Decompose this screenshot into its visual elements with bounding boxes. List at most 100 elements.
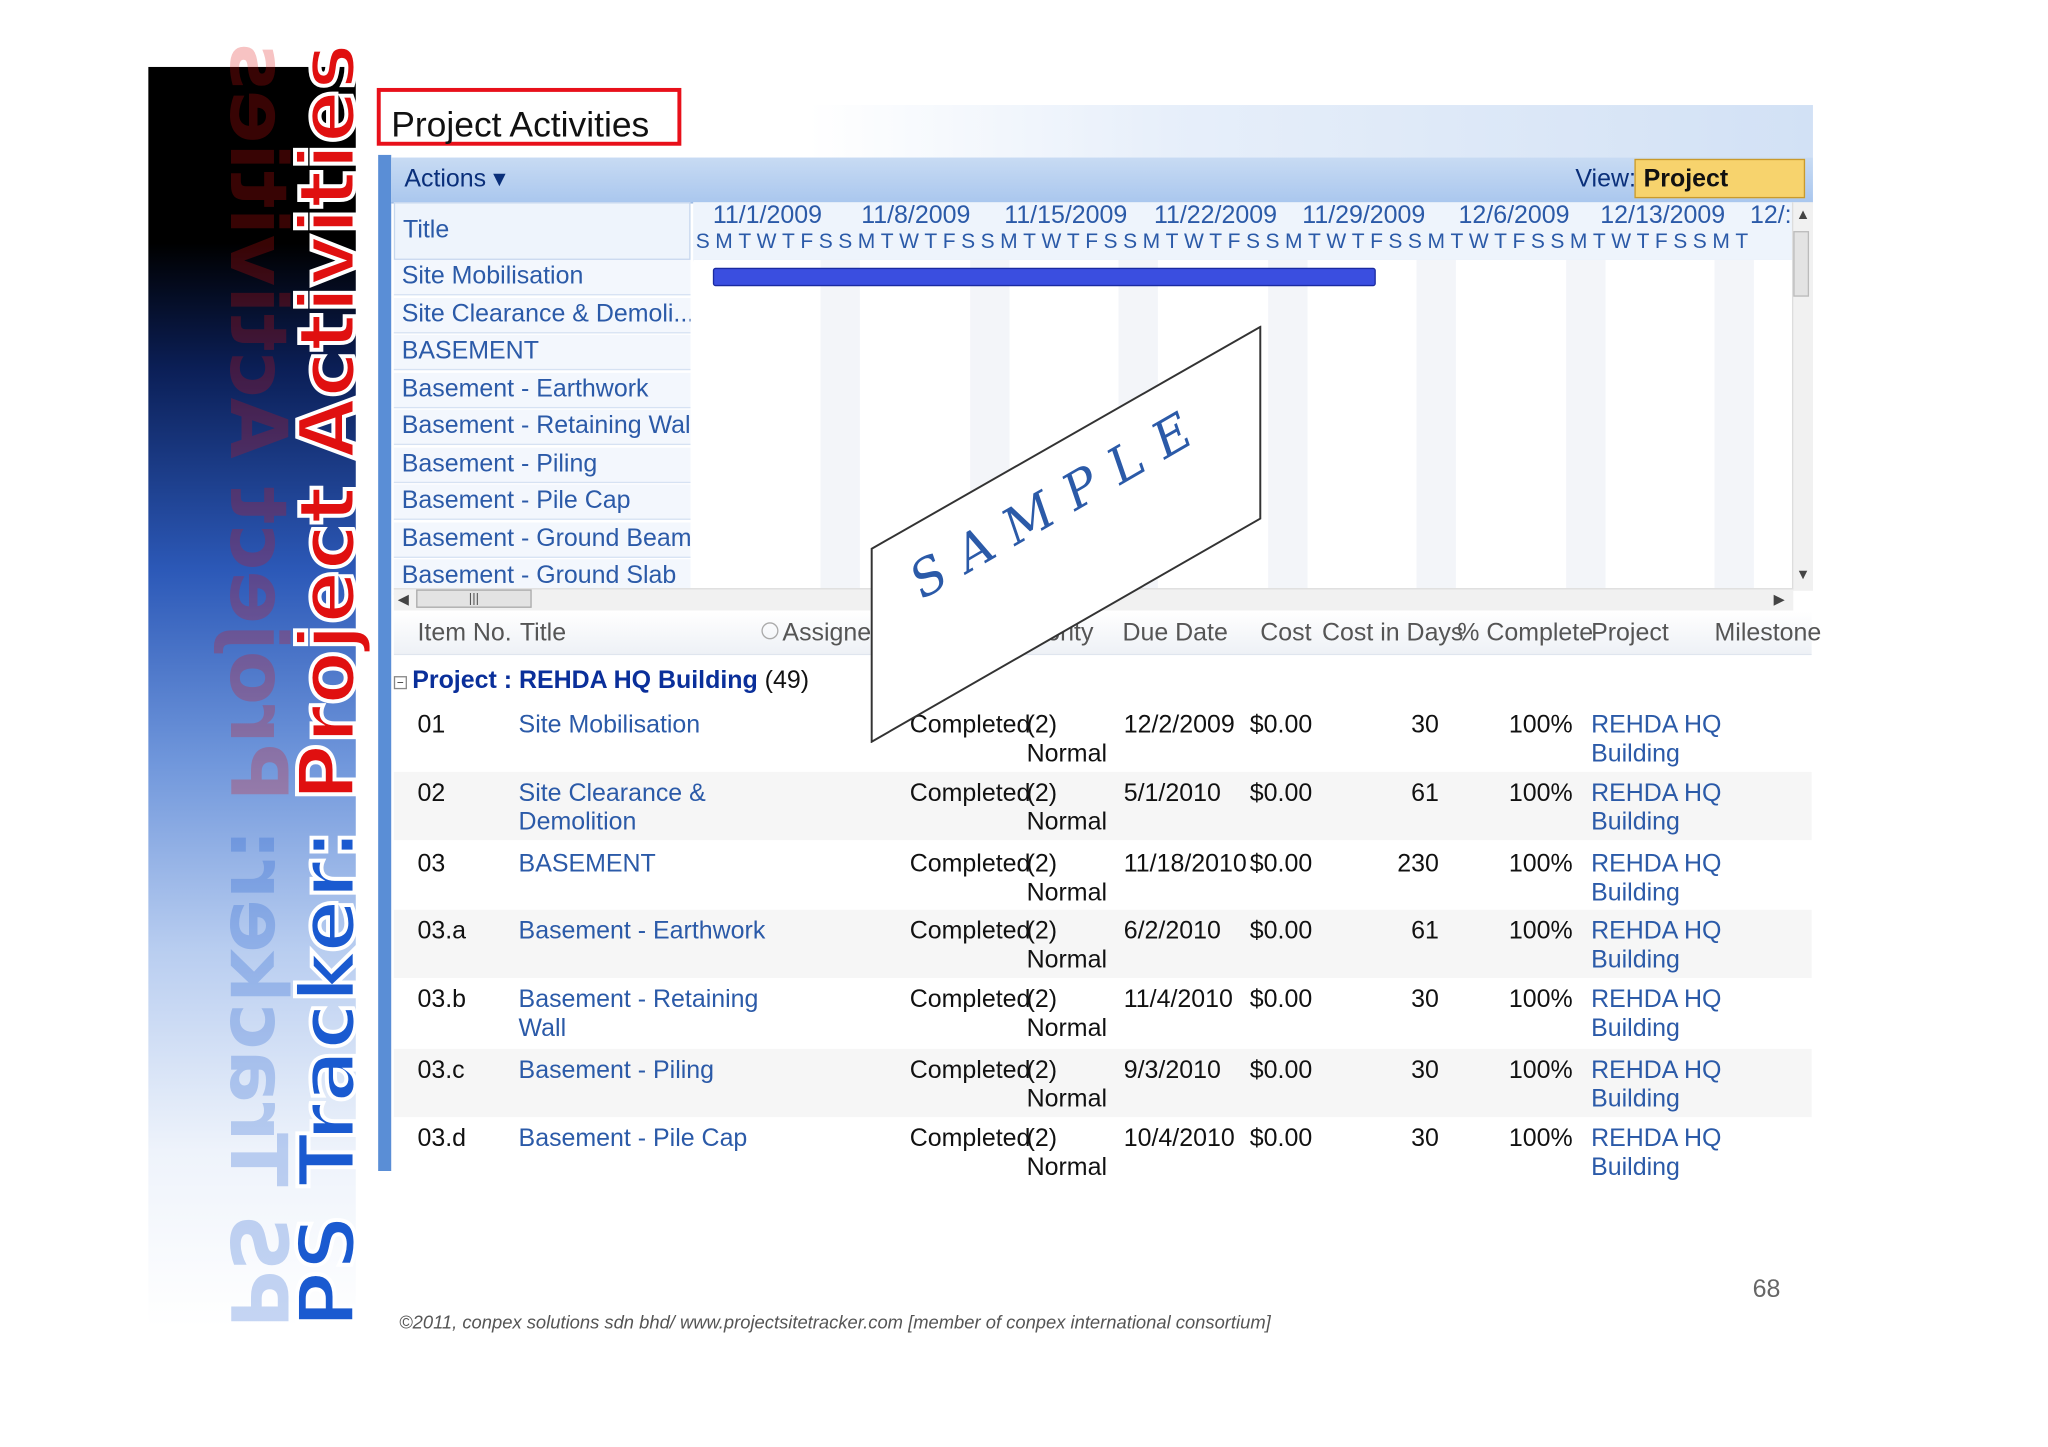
task-title-link[interactable]: Basement - Piling: [519, 1057, 714, 1086]
scroll-left-icon[interactable]: ◀: [398, 591, 409, 608]
column-header-cost-in-days[interactable]: Cost in Days: [1322, 620, 1463, 649]
percent-complete-cell: 100%: [1508, 985, 1573, 1014]
cost-cell: $0.00: [1249, 1125, 1313, 1153]
cost-days-cell: 61: [1411, 779, 1439, 808]
project-link[interactable]: REHDA HQ Building: [1591, 986, 1721, 1044]
cost-days-cell: 30: [1411, 711, 1439, 740]
cost-cell: $0.00: [1249, 985, 1313, 1014]
task-title-link[interactable]: Site Clearance & Demolition: [519, 780, 706, 838]
item-number: 03.b: [417, 985, 467, 1014]
gantt-task-title[interactable]: Site Mobilisation: [393, 259, 691, 296]
gantt-task-list: Site Mobilisation Site Clearance & Demoli…: [393, 259, 691, 597]
task-title-link[interactable]: Basement - Retaining Wall: [519, 986, 759, 1044]
scroll-down-icon[interactable]: ▼: [1796, 567, 1810, 583]
status-cell: Completed: [909, 917, 1031, 946]
group-header[interactable]: − Project : REHDA HQ Building (49): [393, 667, 809, 696]
gantt-task-title[interactable]: Basement - Piling: [393, 447, 691, 483]
gantt-day-letters: SMTWTFSSMTWTFSSMTWTFSSMTWTFSSMTWTFSSMTWT…: [695, 231, 1754, 254]
table-row: 02 Site Clearance & Demolition Completed (2…: [393, 771, 1812, 841]
item-number: 03.c: [417, 1056, 465, 1085]
due-date-cell: 11/4/2010: [1123, 985, 1233, 1014]
gantt-task-title[interactable]: Basement - Ground Beam: [393, 521, 691, 558]
gantt-weekend-stripe: [1267, 259, 1307, 589]
column-header-item-no[interactable]: Item No.: [417, 620, 511, 649]
column-header-assigned[interactable]: Assigned: [761, 620, 885, 649]
due-date-cell: 6/2/2010: [1123, 917, 1221, 946]
item-number: 02: [417, 779, 446, 808]
collapse-icon[interactable]: −: [393, 676, 407, 690]
cost-days-cell: 61: [1411, 917, 1439, 946]
vertical-slide-title-reflection: PS Tracker: Project Activities: [211, 42, 304, 1329]
project-link[interactable]: REHDA HQ Building: [1591, 1125, 1721, 1183]
column-header-title[interactable]: Title: [520, 620, 566, 649]
gantt-task-title[interactable]: Basement - Pile Cap: [393, 484, 691, 520]
due-date-cell: 5/1/2010: [1123, 779, 1221, 808]
gantt-week-label: 11/8/2009: [861, 202, 971, 230]
view-selector[interactable]: Project Tasks ▾: [1634, 158, 1806, 232]
item-number: 03.a: [417, 917, 467, 946]
project-link[interactable]: REHDA HQ Building: [1591, 712, 1721, 770]
footer-copyright: ©2011, conpex solutions sdn bhd/ www.pro…: [399, 1311, 1271, 1333]
column-header-percent-complete[interactable]: % Complete: [1457, 620, 1593, 649]
column-header-cost[interactable]: Cost: [1260, 620, 1311, 649]
item-number: 01: [417, 711, 446, 740]
actions-menu[interactable]: Actions ▾: [404, 164, 505, 194]
gantt-task-title[interactable]: Basement - Earthwork: [393, 372, 691, 408]
gantt-week-label: 11/29/2009: [1302, 202, 1426, 230]
table-row: 03.a Basement - Earthwork Completed (2) Nor…: [393, 909, 1812, 979]
table-row: 03 BASEMENT Completed (2) Normal 11/18/2010 $…: [394, 843, 1812, 911]
due-date-cell: 9/3/2010: [1123, 1056, 1221, 1085]
percent-complete-cell: 100%: [1508, 917, 1573, 946]
table-row: 03.c Basement - Piling Completed (2) Normal…: [393, 1048, 1812, 1118]
status-cell: Completed: [909, 850, 1031, 879]
gantt-weekend-stripe: [1416, 259, 1456, 589]
gantt-task-bar[interactable]: [712, 267, 1376, 287]
cost-days-cell: 230: [1397, 850, 1439, 879]
status-cell: Completed: [909, 779, 1031, 808]
view-label: View:: [1575, 165, 1636, 193]
gantt-task-title[interactable]: Basement - Retaining Wall: [393, 409, 691, 446]
gantt-week-label: 12/6/2009: [1458, 202, 1570, 230]
horizontal-scroll-thumb[interactable]: |||: [416, 589, 532, 608]
scroll-right-icon[interactable]: ▶: [1774, 591, 1785, 608]
task-title-link[interactable]: Basement - Earthwork: [519, 918, 766, 947]
gantt-weekend-stripe: [820, 259, 860, 589]
gantt-week-label: 11/1/2009: [712, 202, 822, 230]
scroll-up-icon[interactable]: ▲: [1796, 207, 1810, 223]
priority-cell: (2) Normal: [1026, 1056, 1107, 1114]
task-title-link[interactable]: BASEMENT: [519, 851, 656, 880]
page-number: 68: [1752, 1276, 1781, 1304]
project-link[interactable]: REHDA HQ Building: [1591, 780, 1721, 838]
status-cell: Completed: [909, 1056, 1031, 1085]
table-row: 03.d Basement - Pile Cap Completed (2) Norm…: [394, 1117, 1812, 1185]
priority-cell: (2) Normal: [1026, 917, 1107, 975]
task-title-link[interactable]: Site Mobilisation: [519, 712, 701, 741]
due-date-cell: 11/18/2010: [1123, 850, 1247, 879]
priority-cell: (2) Normal: [1026, 850, 1107, 908]
cost-cell: $0.00: [1249, 779, 1313, 808]
vertical-scroll-thumb[interactable]: [1793, 231, 1810, 297]
cost-days-cell: 30: [1411, 985, 1439, 1014]
project-link[interactable]: REHDA HQ Building: [1591, 1057, 1721, 1115]
table-row: 03.b Basement - Retaining Wall Completed (2…: [394, 978, 1812, 1046]
gantt-task-title[interactable]: BASEMENT: [393, 334, 691, 371]
due-date-cell: 10/4/2010: [1123, 1125, 1235, 1153]
priority-cell: (2) Normal: [1026, 985, 1107, 1043]
column-header-milestone[interactable]: Milestone: [1715, 620, 1822, 649]
item-number: 03: [417, 850, 446, 879]
item-number: 03.d: [417, 1125, 467, 1153]
project-link[interactable]: REHDA HQ Building: [1591, 851, 1721, 909]
project-link[interactable]: REHDA HQ Building: [1591, 918, 1721, 976]
gantt-week-label: 11/22/2009: [1153, 202, 1277, 230]
task-title-link[interactable]: Basement - Pile Cap: [519, 1125, 748, 1154]
column-header-project[interactable]: Project: [1591, 620, 1669, 649]
priority-cell: (2) Normal: [1026, 1125, 1107, 1182]
gantt-week-label: 12/13/2009: [1600, 202, 1726, 230]
status-cell: Completed: [909, 1125, 1031, 1153]
gantt-task-title[interactable]: Site Clearance & Demoli...: [393, 297, 691, 333]
sample-watermark: SAMPLE: [870, 325, 1262, 744]
percent-complete-cell: 100%: [1508, 1056, 1573, 1085]
page-title: Project Activities: [391, 105, 650, 145]
gantt-title-header[interactable]: Title: [393, 202, 691, 260]
cost-cell: $0.00: [1249, 917, 1313, 946]
